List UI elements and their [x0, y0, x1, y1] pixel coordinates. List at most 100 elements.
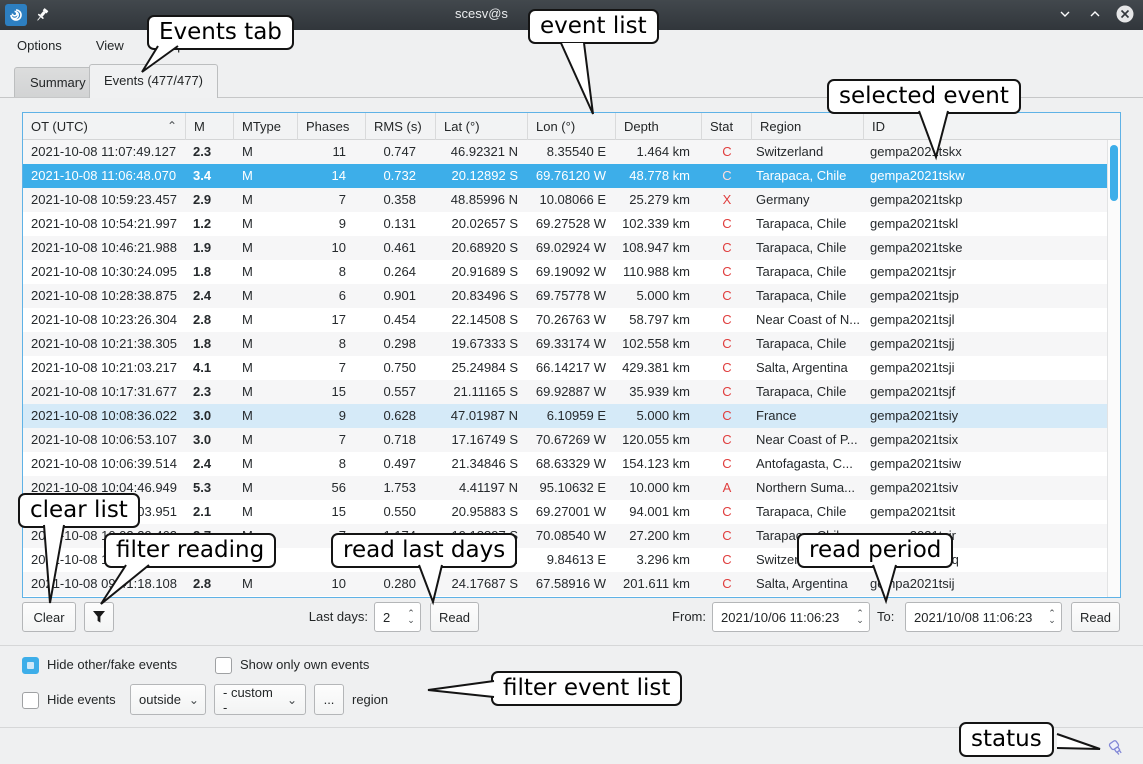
read-period-button[interactable]: Read — [1071, 602, 1120, 632]
cell-lat: 24.17687 S — [436, 572, 528, 596]
event-row[interactable]: 2021-10-08 10:28:38.875 2.4 M 6 0.901 20… — [23, 284, 1107, 308]
col-header-depth[interactable]: Depth — [616, 113, 702, 140]
cell-phases: 14 — [298, 164, 366, 188]
from-datetime-value: 2021/10/06 11:06:23 — [713, 610, 851, 625]
filter-reading-button[interactable] — [84, 602, 114, 632]
cell-magnitude: 2.8 — [186, 308, 234, 332]
col-header-lat[interactable]: Lat (°) — [436, 113, 528, 140]
cell-status: C — [702, 548, 752, 572]
app-logo-icon[interactable] — [5, 4, 27, 26]
col-header-lon[interactable]: Lon (°) — [528, 113, 616, 140]
tab-events[interactable]: Events (477/477) — [89, 64, 218, 98]
cell-region: Northern Suma... — [752, 476, 864, 500]
cell-lat: 17.16749 S — [436, 428, 528, 452]
cell-depth: 3.296 km — [616, 548, 702, 572]
cell-lon: 69.76120 W — [528, 164, 616, 188]
cell-rms: 0.454 — [366, 308, 436, 332]
col-header-m[interactable]: M — [186, 113, 234, 140]
maximize-button[interactable] — [1085, 4, 1105, 24]
connection-status-icon[interactable] — [1106, 738, 1126, 758]
event-row[interactable]: 2021-10-08 10:30:24.095 1.8 M 8 0.264 20… — [23, 260, 1107, 284]
cell-lon: 69.27528 W — [528, 212, 616, 236]
cell-magnitude: 3.0 — [186, 428, 234, 452]
cell-ot: 2021-10-08 10:08:36.022 — [23, 404, 186, 428]
event-row[interactable]: 2021-10-08 10:46:21.988 1.9 M 10 0.461 2… — [23, 236, 1107, 260]
hide-events-checkbox[interactable] — [22, 692, 39, 709]
event-row[interactable]: 2021-10-08 10:08:36.022 3.0 M 9 0.628 47… — [23, 404, 1107, 428]
cell-magnitude: 2.3 — [186, 380, 234, 404]
region-dropdown[interactable]: - custom - ⌄ — [214, 684, 306, 715]
cell-mtype: M — [234, 332, 298, 356]
cell-event-id: gempa2021tske — [864, 236, 1107, 260]
pin-icon[interactable] — [33, 6, 51, 24]
cell-lon: 69.02924 W — [528, 236, 616, 260]
event-row[interactable]: 2021-10-08 10:54:21.997 1.2 M 9 0.131 20… — [23, 212, 1107, 236]
cell-event-id: gempa2021tsjj — [864, 332, 1107, 356]
cell-rms: 0.718 — [366, 428, 436, 452]
cell-phases: 15 — [298, 380, 366, 404]
cell-region: Tarapaca, Chile — [752, 332, 864, 356]
event-row[interactable]: 2021-10-08 10:21:38.305 1.8 M 8 0.298 19… — [23, 332, 1107, 356]
cell-lon: 69.27001 W — [528, 500, 616, 524]
event-row[interactable]: 2021-10-08 09:41:18.108 2.8 M 10 0.280 2… — [23, 572, 1107, 596]
spinbox-arrows-icon[interactable]: ⌃⌄ — [851, 610, 869, 624]
spinbox-arrows-icon[interactable]: ⌃⌄ — [402, 610, 420, 624]
minimize-button[interactable] — [1055, 4, 1075, 24]
cell-lon: 6.10959 E — [528, 404, 616, 428]
event-row[interactable]: 2021-10-08 10:21:03.217 4.1 M 7 0.750 25… — [23, 356, 1107, 380]
from-datetime-spinbox[interactable]: 2021/10/06 11:06:23 ⌃⌄ — [712, 602, 870, 632]
cell-depth: 120.055 km — [616, 428, 702, 452]
cell-status: C — [702, 260, 752, 284]
menu-options[interactable]: Options — [0, 33, 79, 58]
cell-phases: 7 — [298, 356, 366, 380]
cell-event-id: gempa2021tskl — [864, 212, 1107, 236]
to-datetime-value: 2021/10/08 11:06:23 — [906, 610, 1043, 625]
event-row[interactable]: 2021-10-08 10:17:31.677 2.3 M 15 0.557 2… — [23, 380, 1107, 404]
cell-mtype: M — [234, 476, 298, 500]
to-datetime-spinbox[interactable]: 2021/10/08 11:06:23 ⌃⌄ — [905, 602, 1062, 632]
window-title: scesv@s — [455, 6, 508, 21]
vertical-scrollbar[interactable] — [1107, 140, 1120, 597]
event-row[interactable]: 2021-10-08 10:23:26.304 2.8 M 17 0.454 2… — [23, 308, 1107, 332]
cell-status: C — [702, 212, 752, 236]
cell-lat: 47.01987 N — [436, 404, 528, 428]
last-days-spinbox[interactable]: 2 ⌃⌄ — [374, 602, 421, 632]
cell-depth: 25.279 km — [616, 188, 702, 212]
read-last-days-button[interactable]: Read — [430, 602, 479, 632]
event-row[interactable]: 2021-10-08 10:59:23.457 2.9 M 7 0.358 48… — [23, 188, 1107, 212]
col-header-rms[interactable]: RMS (s) — [366, 113, 436, 140]
spinbox-arrows-icon[interactable]: ⌃⌄ — [1043, 610, 1061, 624]
menu-view[interactable]: View — [79, 33, 141, 58]
cell-status: C — [702, 164, 752, 188]
col-header-ot[interactable]: OT (UTC)⌃ — [23, 113, 186, 140]
cell-event-id: gempa2021tsjf — [864, 380, 1107, 404]
cell-magnitude: 1.8 — [186, 260, 234, 284]
scope-dropdown[interactable]: outside ⌄ — [130, 684, 206, 715]
col-header-region[interactable]: Region — [752, 113, 864, 140]
cell-event-id: gempa2021tsjl — [864, 308, 1107, 332]
hide-other-fake-checkbox[interactable] — [22, 657, 39, 674]
close-button[interactable] — [1115, 4, 1135, 24]
show-only-own-checkbox[interactable] — [215, 657, 232, 674]
col-header-stat[interactable]: Stat — [702, 113, 752, 140]
event-row[interactable]: 2021-10-08 10:04:03.951 2.1 M 15 0.550 2… — [23, 500, 1107, 524]
event-row[interactable]: 2021-10-08 10:06:39.514 2.4 M 8 0.497 21… — [23, 452, 1107, 476]
cell-mtype: M — [234, 260, 298, 284]
event-row[interactable]: 2021-10-08 11:06:48.070 3.4 M 14 0.732 2… — [23, 164, 1107, 188]
col-header-mtype[interactable]: MType — [234, 113, 298, 140]
scrollbar-thumb[interactable] — [1110, 145, 1118, 201]
cell-depth: 1.464 km — [616, 140, 702, 164]
cell-event-id: gempa2021tsiv — [864, 476, 1107, 500]
col-header-id[interactable]: ID — [864, 113, 1120, 140]
event-row[interactable]: 2021-10-08 10:04:46.949 5.3 M 56 1.753 4… — [23, 476, 1107, 500]
cell-status: C — [702, 308, 752, 332]
event-row[interactable]: 2021-10-08 10:06:53.107 3.0 M 7 0.718 17… — [23, 428, 1107, 452]
region-more-button[interactable]: ... — [314, 684, 344, 715]
cell-lon: 69.75778 W — [528, 284, 616, 308]
cell-lat: 20.02657 S — [436, 212, 528, 236]
clear-button[interactable]: Clear — [22, 602, 76, 632]
cell-lat: 20.12892 S — [436, 164, 528, 188]
cell-rms: 0.358 — [366, 188, 436, 212]
col-header-phases[interactable]: Phases — [298, 113, 366, 140]
event-row[interactable]: 2021-10-08 11:07:49.127 2.3 M 11 0.747 4… — [23, 140, 1107, 164]
